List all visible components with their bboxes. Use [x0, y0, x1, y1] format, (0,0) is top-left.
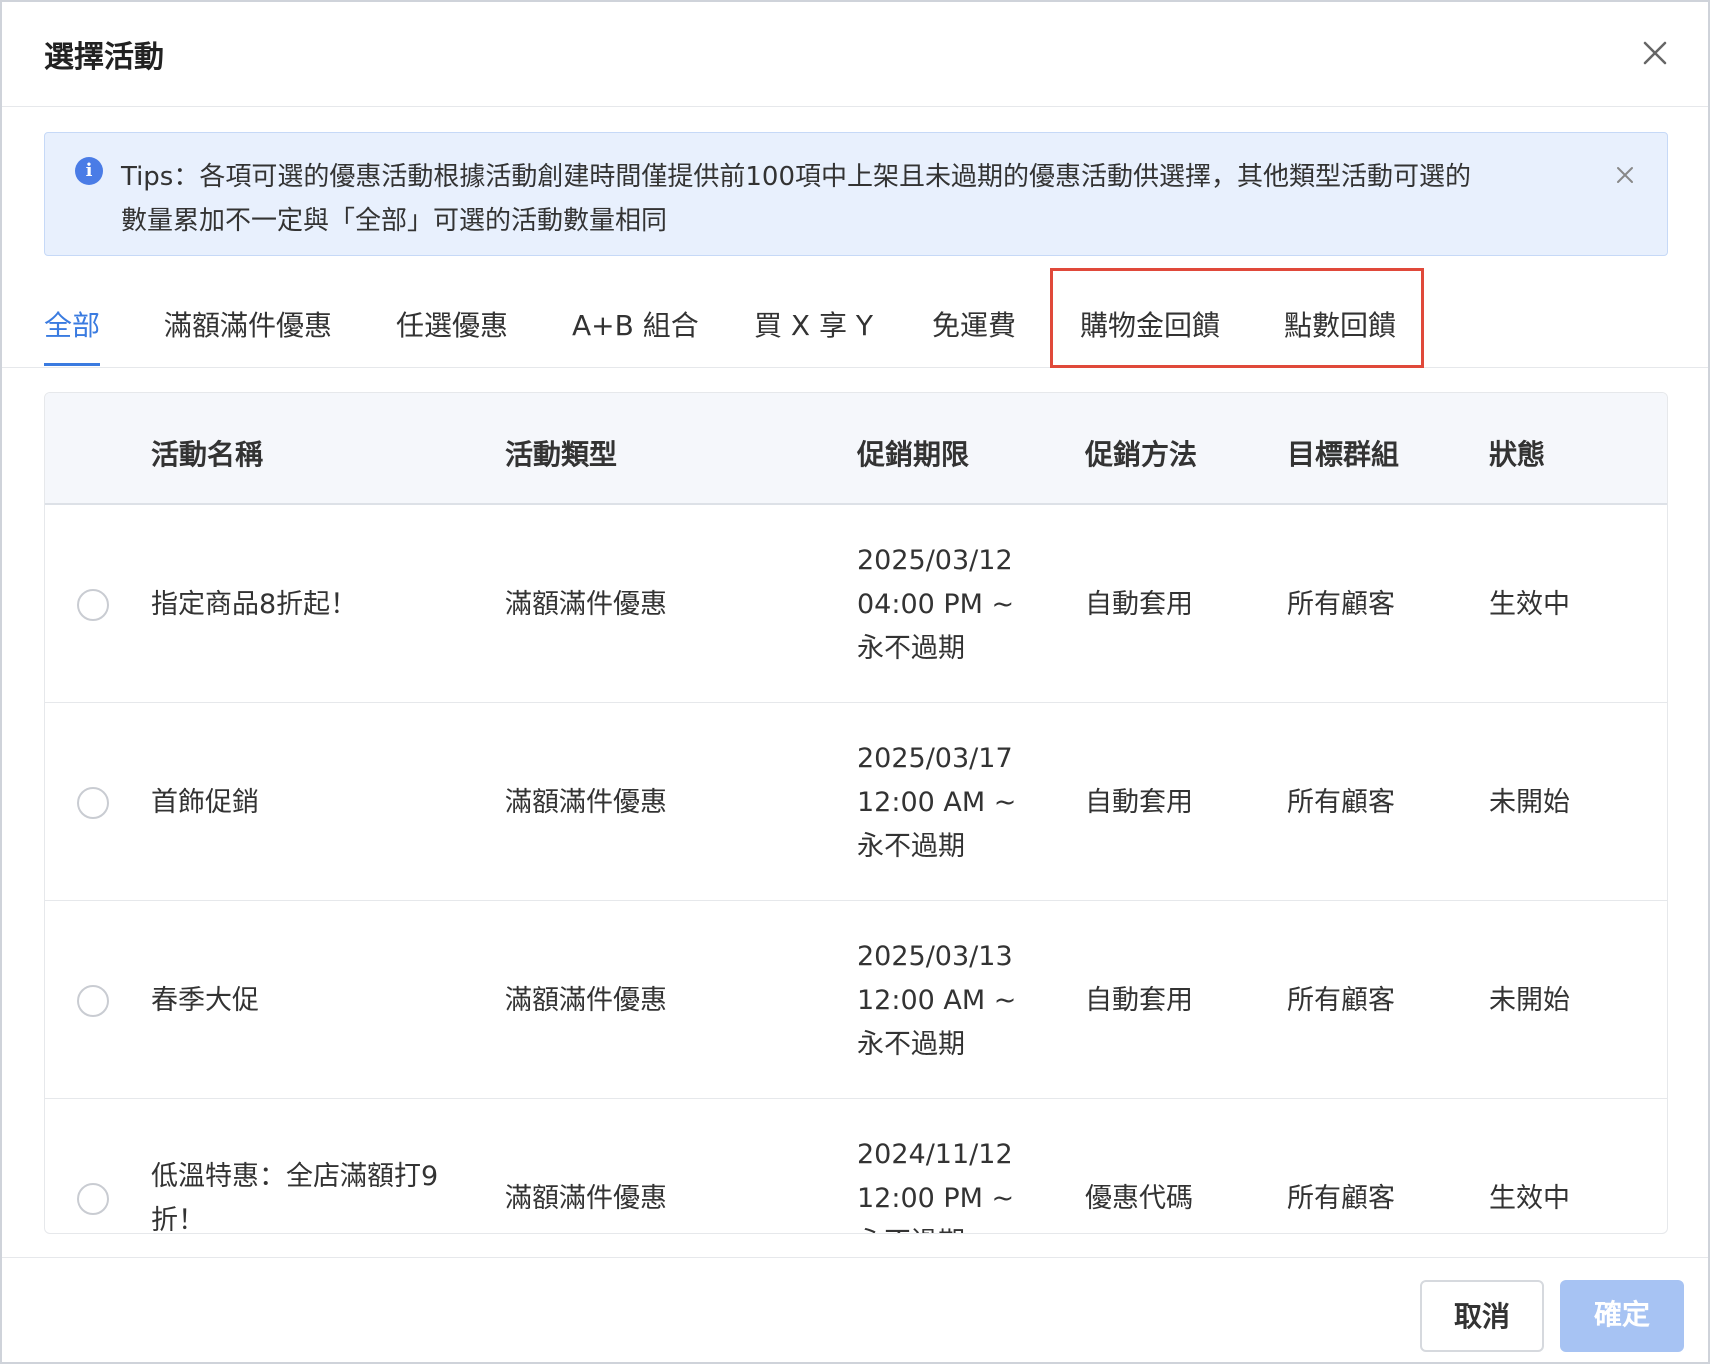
cancel-button[interactable]: 取消: [1420, 1280, 1544, 1352]
tab-all[interactable]: 全部: [44, 304, 101, 366]
activity-type: 滿額滿件優惠: [505, 985, 667, 1016]
status-text: 未開始: [1489, 787, 1570, 818]
row-radio[interactable]: [77, 985, 109, 1017]
column-header-status: 狀態: [1489, 438, 1546, 471]
promo-method: 自動套用: [1085, 589, 1193, 620]
activity-type-tabs: 全部 滿額滿件優惠 任選優惠 A+B 組合 買 X 享 Y 免運費 購物金回饋 …: [2, 292, 1708, 368]
tips-banner: i Tips：各項可選的優惠活動根據活動創建時間僅提供前100項中上架且未過期的…: [44, 132, 1668, 256]
close-icon[interactable]: [1638, 36, 1672, 70]
row-radio[interactable]: [77, 1183, 109, 1215]
tab-store-credit-cashback[interactable]: 購物金回饋: [1080, 304, 1220, 366]
column-header-group: 目標群組: [1287, 438, 1400, 471]
period-start-time: 12:00 AM ~: [857, 985, 1017, 1016]
tab-spend-threshold[interactable]: 滿額滿件優惠: [164, 304, 332, 366]
promo-period: 2025/03/12 04:00 PM ~ 永不過期: [857, 539, 1014, 671]
column-header-period: 促銷期限: [857, 438, 970, 471]
activity-name: 低溫特惠：全店滿額打9 折！: [151, 1155, 439, 1234]
tab-free-shipping[interactable]: 免運費: [932, 304, 1016, 366]
period-end: 永不過期: [857, 831, 965, 862]
promo-period: 2025/03/17 12:00 AM ~ 永不過期: [857, 737, 1016, 869]
column-header-method: 促銷方法: [1085, 438, 1198, 471]
activity-type: 滿額滿件優惠: [505, 589, 667, 620]
row-radio[interactable]: [77, 589, 109, 621]
activity-name-line: 首飾促銷: [151, 787, 259, 818]
target-group: 所有顧客: [1287, 1183, 1395, 1214]
activity-type: 滿額滿件優惠: [505, 1183, 667, 1214]
tab-points-cashback[interactable]: 點數回饋: [1284, 304, 1396, 366]
target-group: 所有顧客: [1287, 589, 1395, 620]
select-activity-dialog: 選擇活動 i Tips：各項可選的優惠活動根據活動創建時間僅提供前100項中上架…: [0, 0, 1710, 1364]
dialog-header: 選擇活動: [2, 2, 1708, 107]
table-row[interactable]: 低溫特惠：全店滿額打9 折！ 滿額滿件優惠 2024/11/12 12:00 P…: [45, 1099, 1667, 1234]
activity-name-line: 春季大促: [151, 985, 259, 1016]
table-row[interactable]: 首飾促銷 滿額滿件優惠 2025/03/17 12:00 AM ~ 永不過期 自…: [45, 703, 1667, 901]
row-radio[interactable]: [77, 787, 109, 819]
target-group: 所有顧客: [1287, 985, 1395, 1016]
activity-name: 春季大促: [151, 979, 259, 1023]
period-start-time: 04:00 PM ~: [857, 589, 1015, 620]
period-end: 永不過期: [857, 1221, 1014, 1233]
status-text: 生效中: [1489, 1183, 1570, 1214]
activity-type: 滿額滿件優惠: [505, 787, 667, 818]
period-start-date: 2025/03/17: [857, 743, 1013, 774]
activity-table: 活動名稱 活動類型 促銷期限 促銷方法 目標群組 狀態 指定商品8折起！ 滿額滿…: [44, 392, 1668, 1234]
activity-name: 指定商品8折起！: [151, 583, 357, 627]
tips-line-2: 數量累加不一定與「全部」可選的活動數量相同: [121, 206, 668, 236]
promo-period: 2025/03/13 12:00 AM ~ 永不過期: [857, 935, 1016, 1067]
status-text: 未開始: [1489, 985, 1570, 1016]
close-tips-icon[interactable]: [1613, 163, 1637, 187]
promo-method: 優惠代碼: [1085, 1183, 1193, 1214]
tips-text: Tips：各項可選的優惠活動根據活動創建時間僅提供前100項中上架且未過期的優惠…: [121, 155, 1621, 243]
period-start-date: 2024/11/12: [857, 1139, 1013, 1170]
table-row[interactable]: 指定商品8折起！ 滿額滿件優惠 2025/03/12 04:00 PM ~ 永不…: [45, 505, 1667, 703]
info-icon: i: [75, 157, 103, 185]
dialog-title: 選擇活動: [44, 40, 164, 75]
dialog-footer: 取消 確定: [2, 1257, 1708, 1366]
activity-name-line: 指定商品8折起！: [151, 589, 358, 620]
confirm-button[interactable]: 確定: [1560, 1280, 1684, 1352]
target-group: 所有顧客: [1287, 787, 1395, 818]
table-row[interactable]: 春季大促 滿額滿件優惠 2025/03/13 12:00 AM ~ 永不過期 自…: [45, 901, 1667, 1099]
table-header: 活動名稱 活動類型 促銷期限 促銷方法 目標群組 狀態: [45, 393, 1667, 505]
activity-name-line: 折！: [151, 1205, 205, 1234]
column-header-name: 活動名稱: [151, 438, 264, 471]
tab-pick-any[interactable]: 任選優惠: [396, 304, 508, 366]
period-start-date: 2025/03/13: [857, 941, 1013, 972]
period-end: 永不過期: [857, 1029, 965, 1060]
promo-method: 自動套用: [1085, 985, 1193, 1016]
tab-a-plus-b[interactable]: A+B 組合: [572, 304, 699, 366]
period-start-time: 12:00 AM ~: [857, 787, 1017, 818]
promo-method: 自動套用: [1085, 787, 1193, 818]
promo-period: 2024/11/12 12:00 PM ~ 永不過期: [857, 1133, 1015, 1233]
tips-line-1: Tips：各項可選的優惠活動根據活動創建時間僅提供前100項中上架且未過期的優惠…: [121, 162, 1471, 192]
activity-name-line: 低溫特惠：全店滿額打9: [151, 1161, 439, 1192]
period-start-time: 12:00 PM ~: [857, 1183, 1015, 1214]
status-text: 生效中: [1489, 589, 1570, 620]
column-header-type: 活動類型: [505, 438, 618, 471]
activity-name: 首飾促銷: [151, 781, 259, 825]
period-end: 永不過期: [857, 633, 965, 664]
period-start-date: 2025/03/12: [857, 545, 1013, 576]
tab-buy-x-get-y[interactable]: 買 X 享 Y: [754, 304, 873, 366]
